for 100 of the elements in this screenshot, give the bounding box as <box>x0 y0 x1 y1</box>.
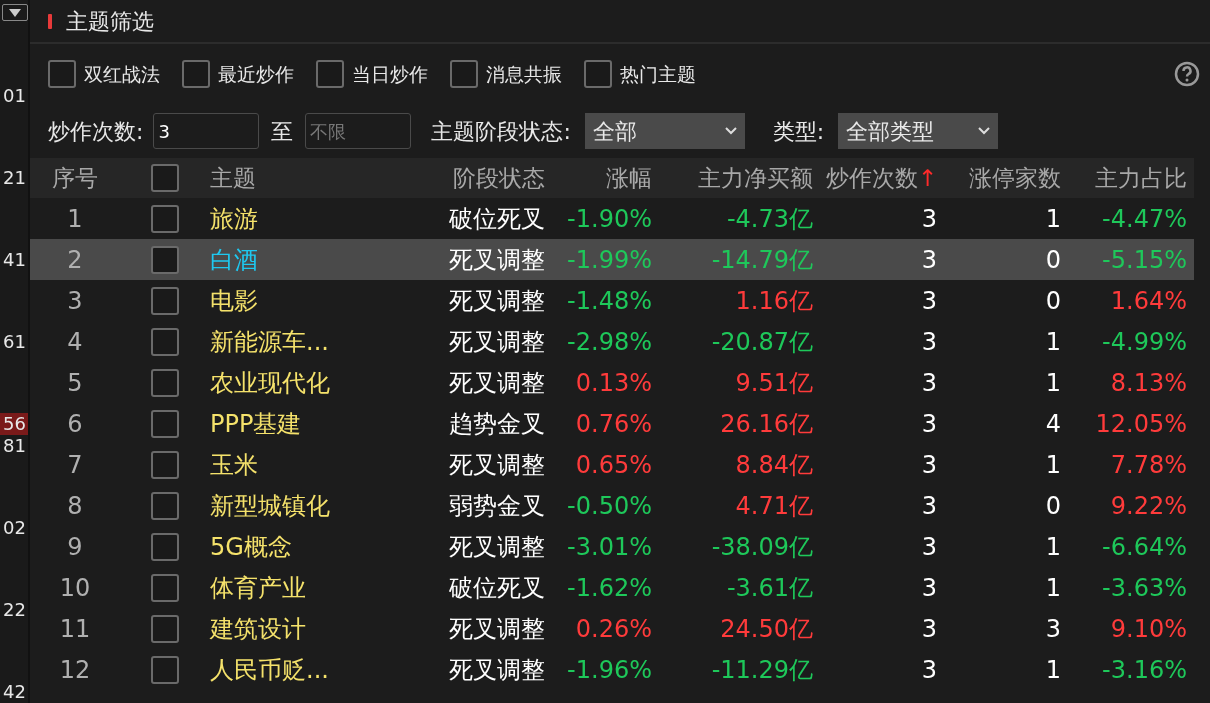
limit-up-cell-text: 4 <box>1044 408 1061 440</box>
checkbox[interactable] <box>316 60 344 88</box>
filter-label[interactable]: 热门主题 <box>620 59 696 89</box>
checkbox[interactable] <box>48 60 76 88</box>
count-cell-text: 3 <box>920 244 937 276</box>
limit-up-cell-text: 1 <box>1044 367 1061 399</box>
limit-up-cell-text: 1 <box>1044 654 1061 686</box>
net-buy-cell-text: 24.50亿 <box>719 613 813 645</box>
count-from-field[interactable]: 3 <box>153 113 260 149</box>
side-value: 21 <box>3 167 27 189</box>
table-row[interactable]: 3 电影 死叉调整 -1.48% 1.16亿 3 0 1.64% <box>30 280 1194 321</box>
checkbox[interactable] <box>151 327 179 356</box>
net-buy-cell-text: 8.84亿 <box>734 449 813 481</box>
change-cell-text: -1.48% <box>566 285 652 317</box>
change-cell-text: -1.62% <box>566 572 652 604</box>
table-row[interactable]: 4 新能源车... 死叉调整 -2.98% -20.87亿 3 1 -4.99% <box>30 321 1194 362</box>
column-header[interactable]: 涨幅 <box>545 160 652 196</box>
triangle-down-icon <box>9 8 21 17</box>
table-row[interactable]: 6 PPP基建 趋势金叉 0.76% 26.16亿 3 4 12.05% <box>30 403 1194 444</box>
count-cell-text: 3 <box>920 367 937 399</box>
net-buy-cell-text: -3.61亿 <box>725 572 813 604</box>
ratio-cell-text: -6.64% <box>1101 531 1187 563</box>
filter-label[interactable]: 消息共振 <box>486 59 562 89</box>
count-cell-text: 3 <box>920 531 937 563</box>
limit-up-cell-text: 0 <box>1044 490 1061 522</box>
column-header[interactable]: 主力占比 <box>1061 160 1187 196</box>
row-number: 5 <box>66 367 84 399</box>
count-cell-text: 3 <box>920 572 937 604</box>
row-number: 3 <box>66 285 84 317</box>
net-buy-cell-text: -4.73亿 <box>725 203 813 235</box>
checkbox[interactable] <box>151 409 179 438</box>
ratio-cell-text: -4.47% <box>1101 203 1187 235</box>
checkbox[interactable] <box>182 60 210 88</box>
net-buy-cell-text: -14.79亿 <box>710 244 813 276</box>
column-header[interactable]: 序号 <box>30 160 120 196</box>
checkbox[interactable] <box>151 655 179 684</box>
table-row[interactable]: 5 农业现代化 死叉调整 0.13% 9.51亿 3 1 8.13% <box>30 362 1194 403</box>
checkbox[interactable] <box>450 60 478 88</box>
side-value: 22 <box>3 599 27 621</box>
checkbox[interactable] <box>151 614 179 643</box>
theme-cell-text: 农业现代化 <box>210 367 331 399</box>
stage-cell-text: 死叉调整 <box>448 244 545 276</box>
filter-label[interactable]: 最近炒作 <box>218 59 294 89</box>
checkbox[interactable] <box>151 573 179 602</box>
side-value: 41 <box>3 249 27 271</box>
change-cell-text: 0.65% <box>574 449 652 481</box>
column-header[interactable]: 主题 <box>210 160 440 196</box>
net-buy-cell-text: -11.29亿 <box>710 654 813 686</box>
stage-cell-text: 死叉调整 <box>448 367 545 399</box>
checkbox[interactable] <box>151 204 179 233</box>
help-icon[interactable] <box>1174 61 1200 87</box>
table-row[interactable]: 1 旅游 破位死叉 -1.90% -4.73亿 3 1 -4.47% <box>30 198 1194 239</box>
stage-select[interactable]: 全部 <box>584 113 745 149</box>
checkbox[interactable] <box>584 60 612 88</box>
table-row[interactable]: 2 白酒 死叉调整 -1.99% -14.79亿 3 0 -5.15% <box>30 239 1194 280</box>
checkbox[interactable] <box>151 368 179 397</box>
net-buy-cell-text: 9.51亿 <box>734 367 813 399</box>
column-header[interactable]: 主力净买额 <box>652 160 813 196</box>
table-row[interactable]: 9 5G概念 死叉调整 -3.01% -38.09亿 3 1 -6.64% <box>30 526 1194 567</box>
theme-cell-text: PPP基建 <box>210 408 303 440</box>
count-to-field[interactable]: 不限 <box>305 113 412 149</box>
side-value: 02 <box>3 517 27 539</box>
range-separator: 至 <box>271 117 294 146</box>
row-number: 7 <box>66 449 84 481</box>
checkbox[interactable] <box>151 245 179 274</box>
column-header[interactable]: 阶段状态 <box>440 160 545 196</box>
stage-cell-text: 破位死叉 <box>448 203 545 235</box>
count-cell-text: 3 <box>920 490 937 522</box>
change-cell-text: -1.90% <box>566 203 652 235</box>
table-row[interactable]: 7 玉米 死叉调整 0.65% 8.84亿 3 1 7.78% <box>30 444 1194 485</box>
count-cell-text: 3 <box>920 449 937 481</box>
table-row[interactable]: 11 建筑设计 死叉调整 0.26% 24.50亿 3 3 9.10% <box>30 608 1194 649</box>
checkbox[interactable] <box>151 450 179 479</box>
limit-up-cell-text: 3 <box>1044 613 1061 645</box>
checkbox[interactable] <box>151 164 179 192</box>
theme-cell-text: 旅游 <box>210 203 259 235</box>
filter-label[interactable]: 当日炒作 <box>352 59 428 89</box>
change-cell-text: -0.50% <box>566 490 652 522</box>
change-cell-text: 0.26% <box>574 613 652 645</box>
table-row[interactable]: 8 新型城镇化 弱势金叉 -0.50% 4.71亿 3 0 9.22% <box>30 485 1194 526</box>
count-cell-text: 3 <box>920 285 937 317</box>
column-header[interactable]: 炒作次数↑ <box>813 160 937 196</box>
ratio-cell-text: 12.05% <box>1094 408 1187 440</box>
checkbox[interactable] <box>151 491 179 520</box>
dropdown-button[interactable] <box>2 4 28 21</box>
filter-label[interactable]: 双红战法 <box>84 59 160 89</box>
count-label: 炒作次数: <box>48 117 144 146</box>
ratio-cell-text: -5.15% <box>1101 244 1187 276</box>
ratio-cell-text: 9.10% <box>1109 613 1187 645</box>
type-select[interactable]: 全部类型 <box>838 113 999 149</box>
stage-cell-text: 死叉调整 <box>448 285 545 317</box>
checkbox[interactable] <box>151 532 179 561</box>
theme-cell-text: 玉米 <box>210 449 259 481</box>
table-row[interactable]: 10 体育产业 破位死叉 -1.62% -3.61亿 3 1 -3.63% <box>30 567 1194 608</box>
limit-up-cell-text: 1 <box>1044 572 1061 604</box>
checkbox[interactable] <box>151 286 179 315</box>
table-row[interactable]: 12 人民币贬... 死叉调整 -1.96% -11.29亿 3 1 -3.16% <box>30 649 1194 690</box>
column-header[interactable]: 涨停家数 <box>937 160 1061 196</box>
change-cell-text: 0.13% <box>574 367 652 399</box>
type-label: 类型: <box>772 117 825 146</box>
